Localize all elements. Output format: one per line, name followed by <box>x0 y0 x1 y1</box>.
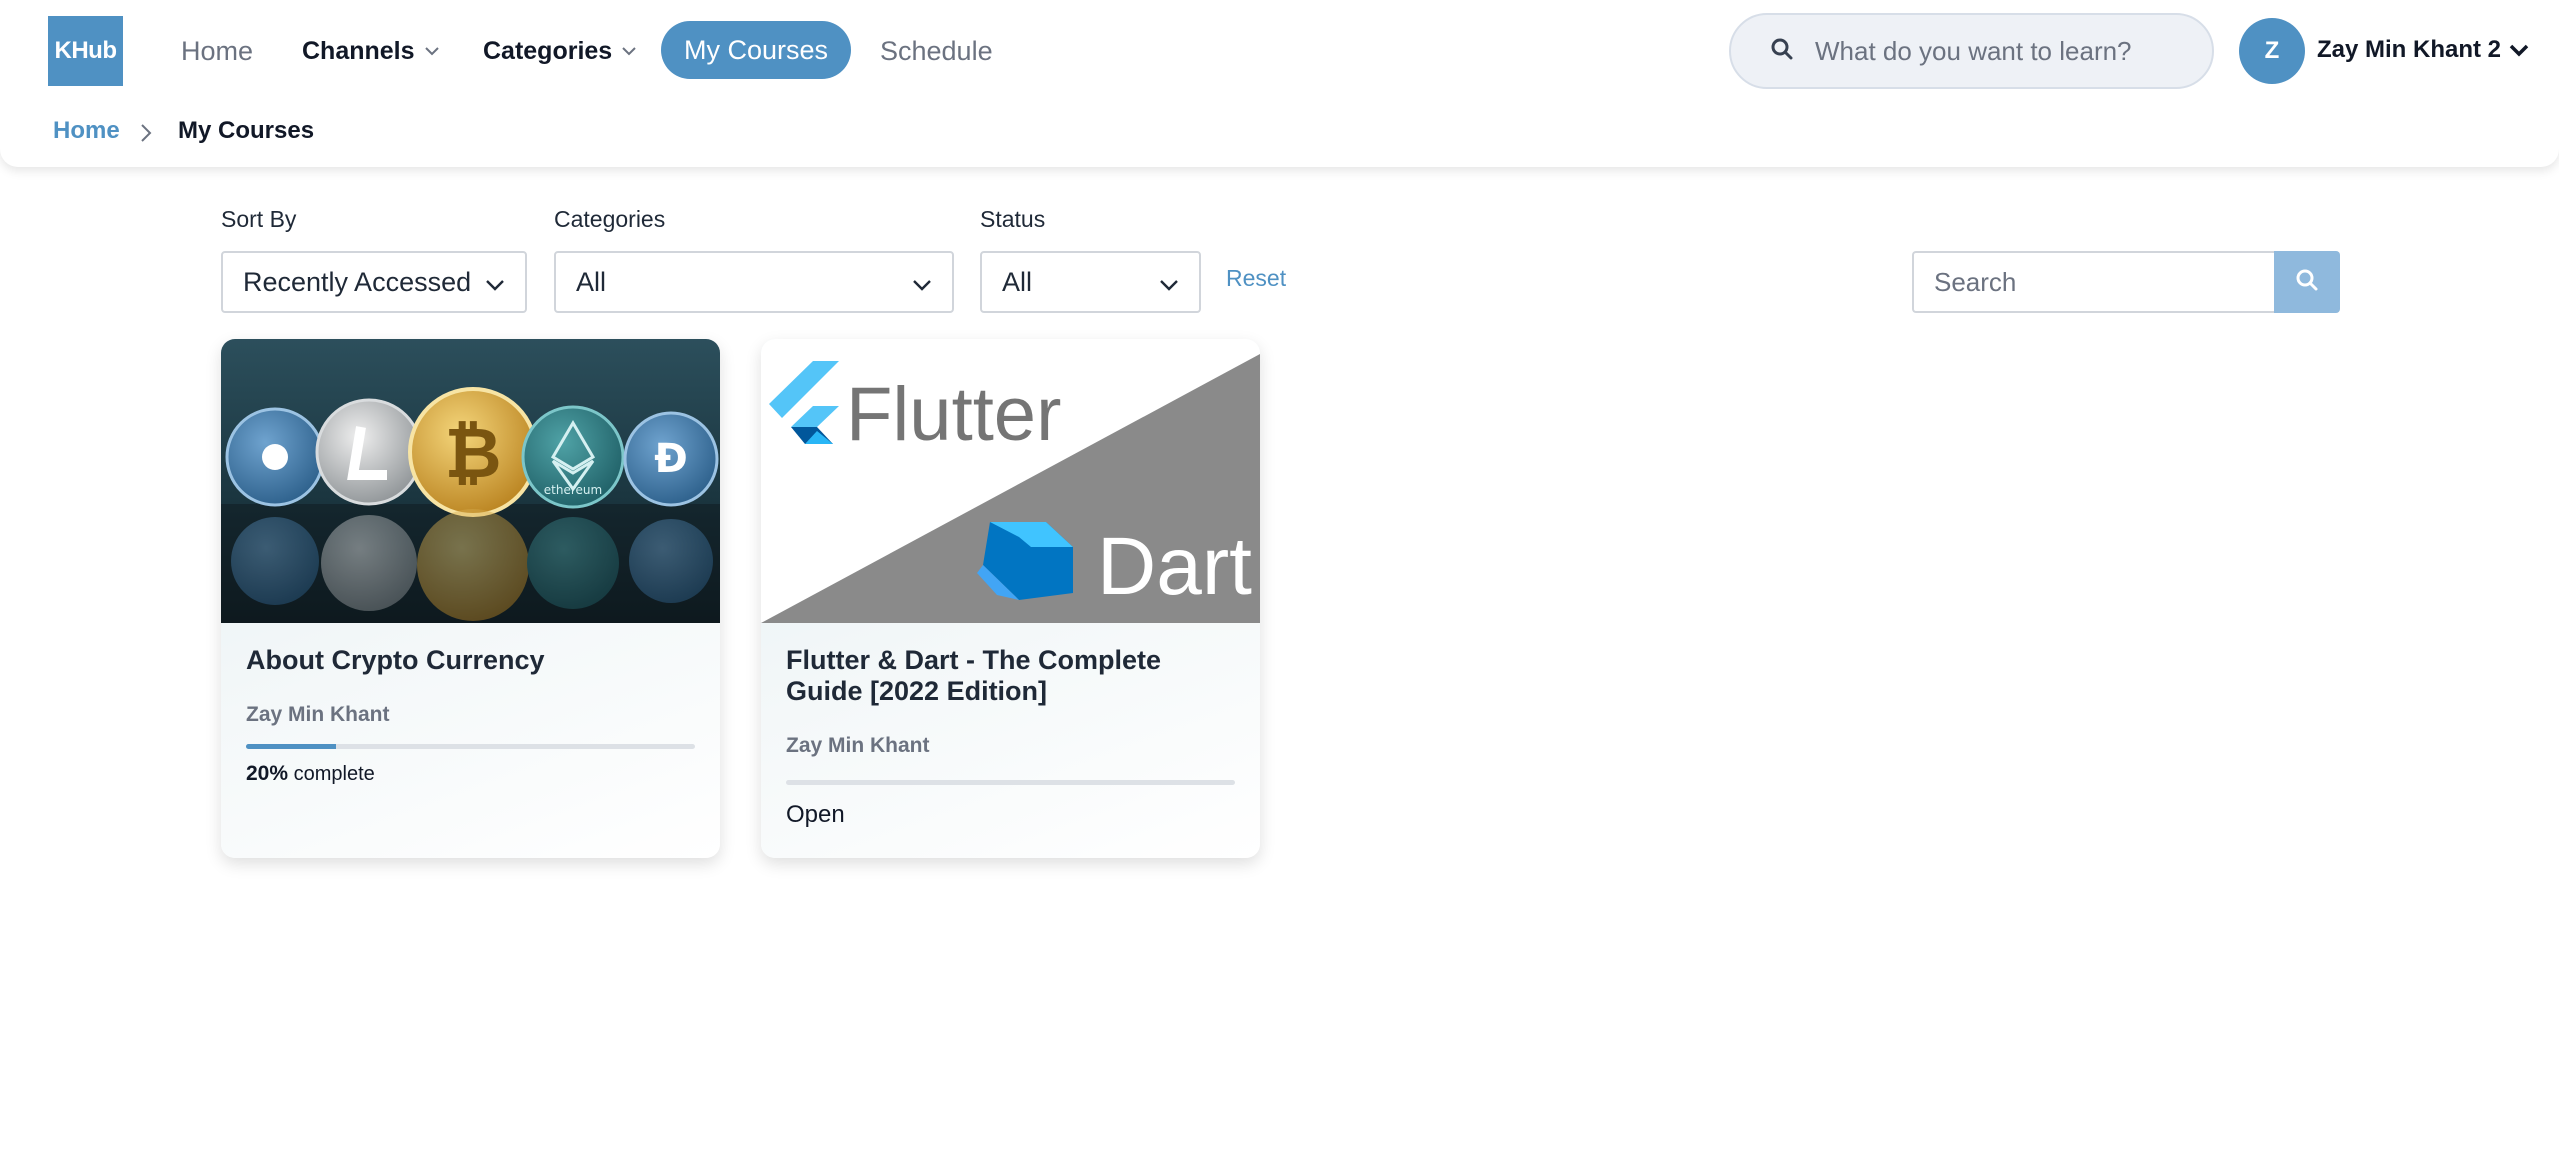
course-card[interactable]: ₿ Đ ethereum About Crypto Currency Zay M… <box>221 339 720 858</box>
nav-schedule-label: Schedule <box>880 35 993 66</box>
top-navbar: KHub Home Channels Categories My Courses… <box>0 0 2559 101</box>
sort-by-select[interactable]: Recently Accessed <box>221 251 527 313</box>
categories-label: Categories <box>554 206 666 232</box>
sort-by-label: Sort By <box>221 206 297 232</box>
khub-logo[interactable]: KHub <box>48 16 123 86</box>
course-progress-suffix: complete <box>293 763 375 785</box>
nav-my-courses-label: My Courses <box>683 34 829 65</box>
course-card[interactable]: Flutter Dart Flutter & Dart - The Comple… <box>761 339 1260 858</box>
course-progress-bar <box>786 780 1235 785</box>
chevron-down-icon <box>424 46 440 56</box>
sort-by-value: Recently Accessed <box>243 266 472 297</box>
user-menu[interactable]: Zay Min Khant 2 <box>2317 30 2529 70</box>
breadcrumb-current: My Courses <box>178 117 315 144</box>
course-author: Zay Min Khant <box>786 734 930 757</box>
chevron-down-icon <box>485 267 505 298</box>
status-value: All <box>1002 266 1033 297</box>
chevron-down-icon <box>621 46 637 56</box>
nav-home-link[interactable]: Home <box>181 26 253 76</box>
chevron-down-icon <box>2509 43 2529 57</box>
course-search-input[interactable] <box>1934 266 2254 298</box>
categories-value: All <box>576 266 607 297</box>
chevron-down-icon <box>912 267 932 298</box>
thumbnail-flutter-text: Flutter <box>846 372 1061 457</box>
course-progress-text: 20% complete <box>246 762 375 786</box>
course-progress-bar <box>246 744 695 749</box>
nav-my-courses-link[interactable]: My Courses <box>661 21 851 79</box>
course-title[interactable]: About Crypto Currency <box>246 645 701 676</box>
nav-channels-label: Channels <box>302 36 415 65</box>
nav-categories-dropdown[interactable]: Categories <box>483 26 637 76</box>
course-author: Zay Min Khant <box>246 703 390 726</box>
global-search-box[interactable] <box>1729 13 2214 89</box>
nav-channels-dropdown[interactable]: Channels <box>302 26 440 76</box>
thumbnail-ethereum-text: ethereum <box>544 483 602 497</box>
course-search-button[interactable] <box>2274 251 2340 313</box>
breadcrumb-home-link[interactable]: Home <box>53 117 120 145</box>
course-progress-percent: 20% <box>246 762 289 785</box>
svg-text:Đ: Đ <box>654 436 688 482</box>
chevron-right-icon <box>140 123 152 143</box>
status-label: Status <box>980 206 1046 232</box>
course-thumbnail-flutter-dart: Flutter Dart <box>761 339 1260 623</box>
course-search-box <box>1912 251 2274 313</box>
user-avatar[interactable]: Z <box>2239 18 2305 84</box>
global-search-input[interactable] <box>1815 35 2175 67</box>
breadcrumb: Home My Courses <box>0 101 2559 167</box>
chevron-down-icon <box>1159 267 1179 298</box>
nav-home-label: Home <box>181 35 254 66</box>
nav-schedule-link[interactable]: Schedule <box>880 26 993 76</box>
categories-select[interactable]: All <box>554 251 954 313</box>
search-icon <box>1771 38 1793 65</box>
reset-filters-link[interactable]: Reset <box>1226 265 1286 292</box>
course-status-text: Open <box>786 801 845 828</box>
course-title[interactable]: Flutter & Dart - The Complete Guide [202… <box>786 645 1241 707</box>
nav-categories-label: Categories <box>483 36 613 65</box>
svg-text:₿: ₿ <box>444 412 501 494</box>
thumbnail-dart-text: Dart <box>1097 521 1252 612</box>
course-progress-fill <box>246 744 336 749</box>
course-thumbnail-crypto: ₿ Đ ethereum <box>221 339 720 623</box>
user-name-label: Zay Min Khant 2 <box>2317 36 2502 63</box>
search-icon <box>2295 268 2319 297</box>
status-select[interactable]: All <box>980 251 1201 313</box>
